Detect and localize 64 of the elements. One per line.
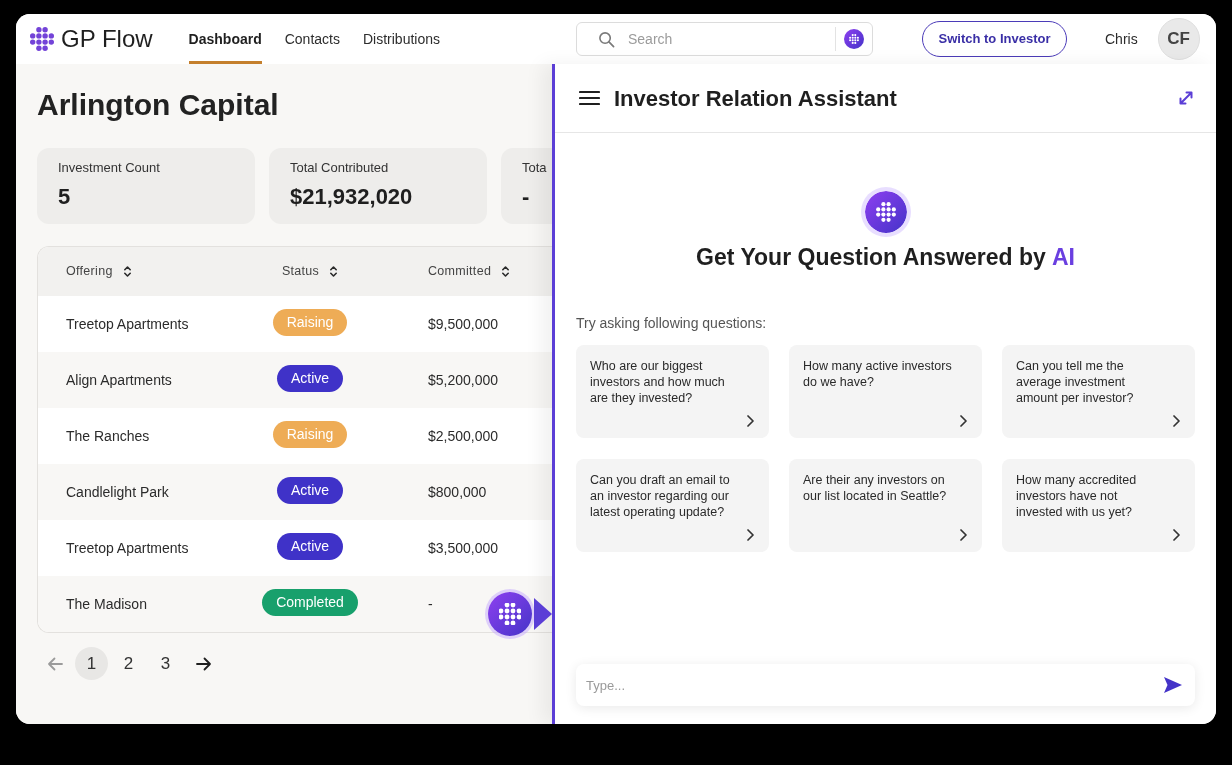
search-icon [598, 30, 615, 48]
suggestion-button[interactable]: Can you tell me the average investment amount per investor? [1002, 345, 1195, 438]
sort-icon[interactable] [122, 264, 132, 279]
suggestion-button[interactable]: How many active investors do we have? [789, 345, 982, 438]
stat-value: - [522, 184, 530, 210]
nav-tab[interactable]: Contacts [284, 14, 340, 64]
table-cell-text: Treetop Apartments [66, 538, 189, 558]
table-cell-text: The Ranches [66, 426, 150, 446]
user-avatar[interactable]: CF [1157, 18, 1200, 60]
search-bar[interactable]: Search [576, 22, 873, 56]
nav-tab[interactable]: Distributions [362, 14, 440, 64]
table-cell-text: $3,500,000 [428, 538, 499, 558]
assistant-heading: Get Your Question Answered by AI [696, 243, 1075, 272]
table-cell-text: $800,000 [428, 482, 487, 502]
status-badge: Active [276, 533, 344, 560]
chevron-right-icon [747, 529, 754, 541]
page-title: Arlington Capital [37, 88, 279, 122]
chevron-right-icon [960, 529, 967, 541]
chevron-right-icon [1173, 529, 1180, 541]
suggestion-button[interactable]: How many accredited investors have not invested with us yet? [1002, 459, 1195, 552]
table-cell-text: - [428, 594, 433, 614]
stat-value: 5 [58, 184, 71, 210]
chevron-right-icon [747, 415, 754, 427]
brand-name: GP Flow [61, 25, 153, 53]
table-cell-text: Align Apartments [66, 370, 172, 390]
status-badge: Raising [272, 309, 348, 336]
column-header: Offering [66, 263, 113, 281]
stat-value: $21,932,020 [290, 184, 413, 210]
table-cell-text: $9,500,000 [428, 314, 499, 334]
stat-label: Tota [522, 160, 547, 176]
send-icon[interactable] [1163, 676, 1183, 694]
page-button[interactable]: 3 [149, 647, 182, 680]
chevron-right-icon [960, 415, 967, 427]
sort-icon[interactable] [501, 264, 511, 279]
table-cell-text: Treetop Apartments [66, 314, 189, 334]
page-button[interactable]: 1 [75, 647, 108, 680]
status-badge: Active [276, 365, 344, 392]
status-badge: Completed [262, 589, 358, 616]
table-cell-text: The Madison [66, 594, 147, 614]
stat-label: Total Contributed [290, 160, 389, 176]
table-cell-text: Candlelight Park [66, 482, 169, 502]
logo-icon [30, 27, 54, 51]
stat-label: Investment Count [58, 160, 160, 176]
arrow-right-icon[interactable] [196, 656, 212, 671]
suggestion-button[interactable]: Can you draft an email to an investor regarding our latest operating update? [576, 459, 769, 552]
table-cell-text: $5,200,000 [428, 370, 499, 390]
search-field[interactable]: Search [628, 23, 835, 55]
panel-title: Investor Relation Assistant [614, 84, 897, 113]
menu-icon[interactable] [579, 90, 600, 106]
suggestion-button[interactable]: Who are our biggest investors and how much are they invested? [576, 345, 769, 438]
user-name: Chris [1105, 29, 1138, 49]
chevron-right-icon [1173, 415, 1180, 427]
expand-icon[interactable] [1178, 90, 1194, 106]
table-cell-text: $2,500,000 [428, 426, 499, 446]
status-badge: Active [276, 477, 344, 504]
dots-grid-icon [499, 603, 521, 625]
ai-dots-icon[interactable] [844, 29, 864, 49]
prompt-intro: Try asking following questions: [576, 314, 767, 332]
sort-icon[interactable] [329, 264, 339, 279]
column-header: Status [281, 263, 320, 281]
status-badge: Raising [272, 421, 348, 448]
page-button[interactable]: 2 [112, 647, 145, 680]
column-header: Committed [428, 263, 492, 281]
suggestion-button[interactable]: Are their any investors on our list located in Seattle? [789, 459, 982, 552]
